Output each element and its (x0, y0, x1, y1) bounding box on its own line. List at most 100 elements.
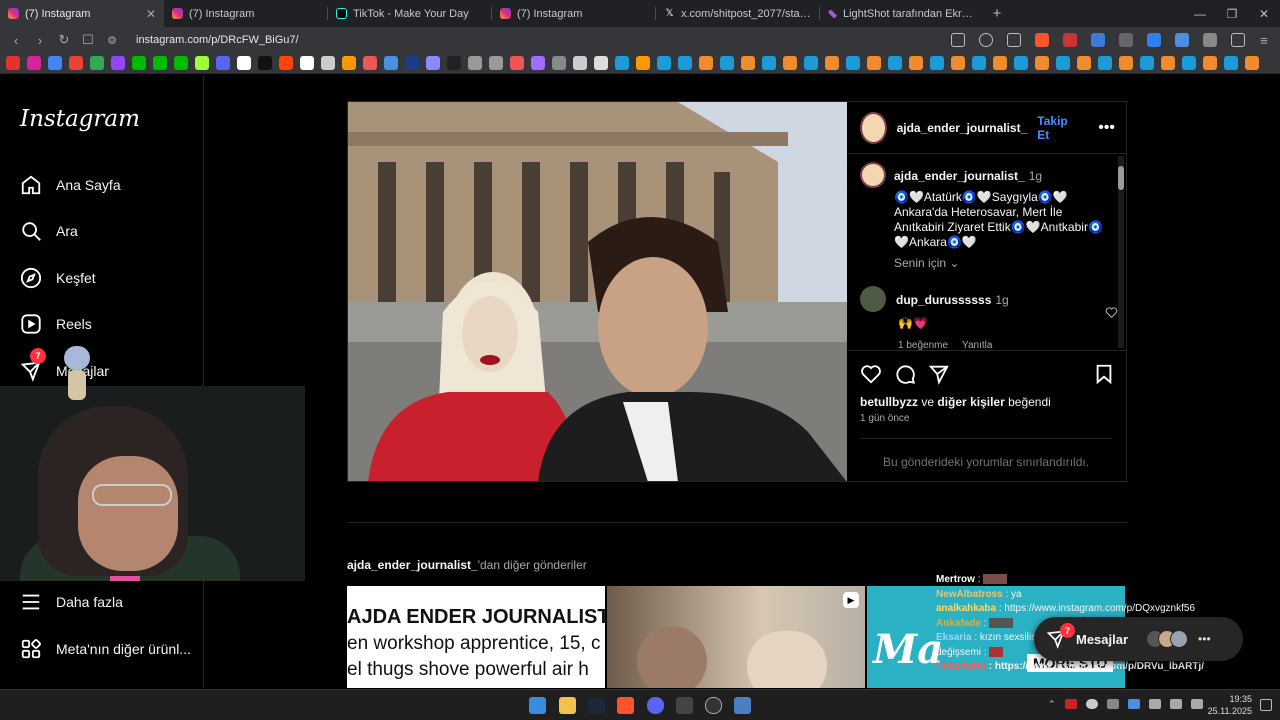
back-icon[interactable]: ‹ (6, 30, 26, 50)
tray-icon[interactable] (1085, 699, 1098, 709)
brave-shield-icon[interactable] (1035, 33, 1049, 47)
clock[interactable]: 19:35 25.11.2025 (1208, 693, 1252, 717)
bookmark-favicon-icon[interactable] (216, 56, 230, 70)
browser-tab[interactable]: (7) Instagram (164, 0, 328, 27)
post-thumbnail[interactable]: ▶ (607, 586, 865, 688)
bookmark-favicon-icon[interactable] (1140, 56, 1154, 70)
bookmark-favicon-icon[interactable] (783, 56, 797, 70)
bookmark-favicon-icon[interactable] (1182, 56, 1196, 70)
avatar[interactable] (860, 111, 887, 144)
extension-icon[interactable] (1119, 33, 1133, 47)
bookmark-icon[interactable]: ☐ (78, 30, 98, 50)
bookmark-favicon-icon[interactable] (363, 56, 377, 70)
bookmark-favicon-icon[interactable] (594, 56, 608, 70)
menu-icon[interactable]: ≡ (1254, 30, 1274, 50)
bookmark-favicon-icon[interactable] (657, 56, 671, 70)
bookmark-favicon-icon[interactable] (111, 56, 125, 70)
more-icon[interactable]: ••• (1198, 632, 1211, 646)
share-icon[interactable] (1007, 33, 1021, 47)
app-icon[interactable] (676, 697, 693, 714)
caption-username[interactable]: ajda_ender_journalist_ (894, 169, 1025, 183)
avatar[interactable] (860, 162, 886, 188)
bookmark-favicon-icon[interactable] (1224, 56, 1238, 70)
bookmark-favicon-icon[interactable] (1077, 56, 1091, 70)
bookmark-favicon-icon[interactable] (153, 56, 167, 70)
bookmark-favicon-icon[interactable] (825, 56, 839, 70)
bookmark-favicon-icon[interactable] (90, 56, 104, 70)
extension-icon[interactable] (1175, 33, 1189, 47)
notification-icon[interactable] (1260, 699, 1272, 711)
browser-tab[interactable]: LightShot tarafından Ekran Görüntüs (820, 0, 984, 27)
bookmark-favicon-icon[interactable] (972, 56, 986, 70)
follow-button[interactable]: Takip Et (1037, 114, 1074, 142)
bookmark-favicon-icon[interactable] (531, 56, 545, 70)
windows-start-icon[interactable] (529, 697, 546, 714)
extension-icon[interactable] (1063, 33, 1077, 47)
nav-explore[interactable]: Keşfet (20, 263, 96, 293)
bookmark-favicon-icon[interactable] (510, 56, 524, 70)
steam-icon[interactable] (588, 697, 605, 714)
bookmark-favicon-icon[interactable] (321, 56, 335, 70)
browser-tab[interactable]: 𝕏 x.com/shitpost_2077/status/1993008 (656, 0, 820, 27)
speaker-icon[interactable] (1148, 699, 1161, 709)
bookmark-favicon-icon[interactable] (342, 56, 356, 70)
liker-username[interactable]: betullbyzz (860, 395, 918, 409)
bookmark-favicon-icon[interactable] (1245, 56, 1259, 70)
zoom-icon[interactable] (979, 33, 993, 47)
extension-icon[interactable] (1091, 33, 1105, 47)
bookmark-favicon-icon[interactable] (426, 56, 440, 70)
for-you-dropdown[interactable]: Senin için ⌄ (894, 256, 959, 270)
post-image[interactable] (348, 102, 847, 481)
discord-icon[interactable] (647, 697, 664, 714)
instagram-logo[interactable]: Instagram (20, 106, 140, 132)
bookmark-favicon-icon[interactable] (1098, 56, 1112, 70)
microphone-icon[interactable] (1169, 699, 1182, 709)
bookmark-favicon-icon[interactable] (993, 56, 1007, 70)
nav-home[interactable]: Ana Sayfa (20, 170, 121, 200)
extension-icon[interactable] (1147, 33, 1161, 47)
heart-icon[interactable] (860, 363, 882, 385)
bookmark-favicon-icon[interactable] (573, 56, 587, 70)
scrollbar-thumb[interactable] (1118, 166, 1124, 190)
nav-more[interactable]: Daha fazla (20, 587, 123, 617)
messages-button[interactable]: 7 Mesajlar ••• (1034, 617, 1243, 661)
more-posts-username[interactable]: ajda_ender_journalist_ (347, 558, 478, 572)
chevron-up-icon[interactable]: ⌃ (1048, 699, 1056, 710)
save-icon[interactable] (1093, 363, 1115, 385)
bookmark-favicon-icon[interactable] (1014, 56, 1028, 70)
site-settings-icon[interactable]: ⚙ (102, 30, 122, 50)
bookmark-favicon-icon[interactable] (1119, 56, 1133, 70)
bookmark-favicon-icon[interactable] (1203, 56, 1217, 70)
maximize-icon[interactable]: ❐ (1216, 0, 1248, 27)
nav-reels[interactable]: Reels (20, 309, 92, 339)
bookmark-favicon-icon[interactable] (951, 56, 965, 70)
file-explorer-icon[interactable] (559, 697, 576, 714)
bookmark-favicon-icon[interactable] (678, 56, 692, 70)
bookmark-favicon-icon[interactable] (237, 56, 251, 70)
bookmark-favicon-icon[interactable] (930, 56, 944, 70)
comment-icon[interactable] (894, 363, 916, 385)
post-username[interactable]: ajda_ender_journalist_ (897, 121, 1028, 135)
nav-meta-products[interactable]: Meta'nın diğer ürünl... (20, 634, 191, 664)
brave-icon[interactable] (617, 697, 634, 714)
reload-icon[interactable]: ↻ (54, 30, 74, 50)
bookmark-favicon-icon[interactable] (699, 56, 713, 70)
other-likers-link[interactable]: diğer kişiler (937, 395, 1004, 409)
bookmark-favicon-icon[interactable] (258, 56, 272, 70)
bookmark-favicon-icon[interactable] (741, 56, 755, 70)
nav-search[interactable]: Ara (20, 216, 78, 246)
bookmark-favicon-icon[interactable] (1035, 56, 1049, 70)
sidebar-icon[interactable] (1231, 33, 1245, 47)
tray-icon[interactable] (1064, 699, 1077, 709)
bookmark-favicon-icon[interactable] (1161, 56, 1175, 70)
bookmark-favicon-icon[interactable] (405, 56, 419, 70)
forward-icon[interactable]: › (30, 30, 50, 50)
bookmark-favicon-icon[interactable] (48, 56, 62, 70)
bookmark-favicon-icon[interactable] (195, 56, 209, 70)
bookmark-favicon-icon[interactable] (174, 56, 188, 70)
close-icon[interactable]: ✕ (146, 7, 156, 21)
comment-username[interactable]: dup_durussssss (896, 293, 991, 307)
tray-icon[interactable] (1127, 699, 1140, 709)
network-icon[interactable] (1190, 699, 1203, 709)
bookmark-favicon-icon[interactable] (804, 56, 818, 70)
